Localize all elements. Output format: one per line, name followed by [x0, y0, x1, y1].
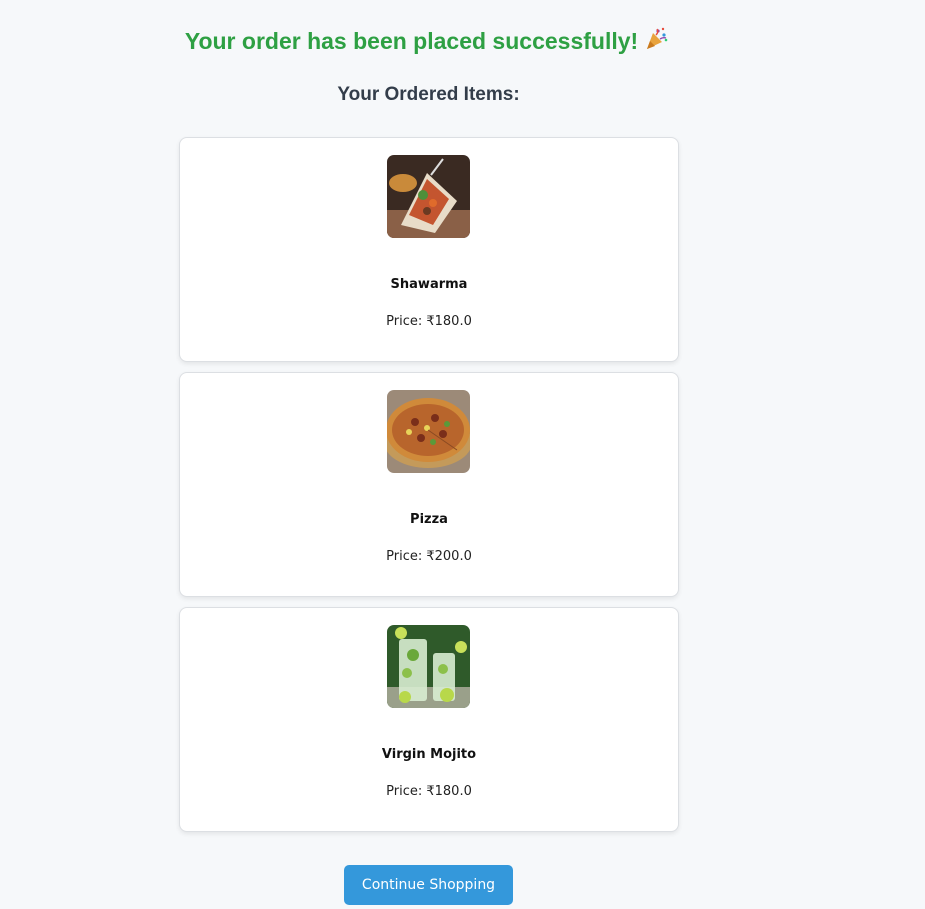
ordered-item-card: Pizza Price: ₹200.0: [179, 372, 679, 597]
continue-shopping-button[interactable]: Continue Shopping: [344, 865, 513, 905]
item-price: Price: ₹180.0: [386, 314, 472, 329]
ordered-items-heading: Your Ordered Items:: [337, 83, 520, 105]
success-message: Your order has been placed successfully!: [184, 28, 639, 55]
order-success-title: Your order has been placed successfully!: [0, 27, 853, 57]
item-price: Price: ₹180.0: [386, 784, 472, 799]
item-name: Pizza: [410, 512, 448, 527]
ordered-item-card: Virgin Mojito Price: ₹180.0: [179, 607, 679, 832]
mojito-drink-image: [387, 625, 470, 708]
party-popper-icon: [644, 27, 668, 57]
pizza-image: [387, 390, 470, 473]
shawarma-wrap-image: [387, 155, 470, 238]
item-name: Virgin Mojito: [381, 747, 477, 762]
ordered-items-list: Shawarma Price: ₹180.0 Pizza Price: ₹200: [179, 137, 679, 842]
item-price: Price: ₹200.0: [386, 549, 472, 564]
ordered-item-card: Shawarma Price: ₹180.0: [179, 137, 679, 362]
item-name: Shawarma: [390, 277, 468, 292]
